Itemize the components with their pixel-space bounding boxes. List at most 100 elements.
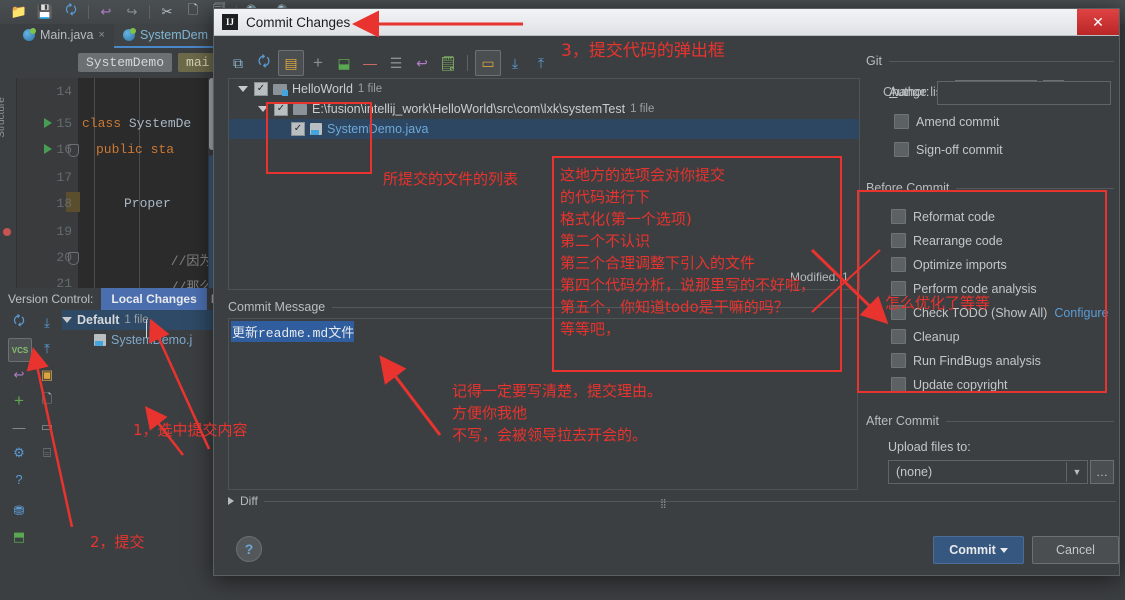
annotation-options-line-3: 格式化(第一个选项): [560, 210, 692, 228]
filter-icon[interactable]: ⌸: [36, 442, 58, 464]
commit-dialog-toolbar: ⧉ 🗘 ▤ + ⬓ — ☰ ↩ 🗒 ▭ ⤓ ⤒: [226, 50, 553, 76]
folder-icon[interactable]: 📁: [8, 2, 30, 22]
minus-icon[interactable]: —: [8, 416, 30, 438]
tab-local-changes[interactable]: Local Changes: [101, 288, 207, 310]
java-class-icon: [122, 28, 136, 41]
after-commit-group-label: After Commit: [866, 414, 939, 428]
expand-caret-icon[interactable]: [237, 86, 249, 92]
group-by-directory-icon[interactable]: ▭: [475, 50, 501, 76]
undo-icon[interactable]: ↩: [95, 2, 117, 22]
annotation-step-1: 1，选中提交内容: [133, 421, 248, 439]
refresh-icon[interactable]: 🗘: [252, 51, 276, 75]
add-icon[interactable]: +: [8, 390, 30, 412]
after-commit-group-legend: After Commit: [866, 414, 1114, 428]
move-to-another-changelist-icon[interactable]: ⬓: [332, 51, 356, 75]
dash-icon[interactable]: ▭: [36, 416, 58, 438]
checkbox-amend-commit[interactable]: Amend commit: [894, 114, 999, 129]
unversioned-files-icon[interactable]: ▤: [278, 50, 304, 76]
select-icon[interactable]: ☰: [384, 51, 408, 75]
settings-icon[interactable]: ⚙: [8, 442, 30, 464]
close-icon[interactable]: ×: [99, 29, 105, 41]
add-icon[interactable]: +: [306, 51, 330, 75]
chevron-right-icon[interactable]: [228, 497, 234, 505]
copy-icon[interactable]: 🗋: [36, 390, 58, 412]
delete-icon[interactable]: —: [358, 51, 382, 75]
changelist-file-row[interactable]: SystemDemo.j: [62, 330, 222, 350]
git-group-label: Git: [866, 54, 882, 68]
java-class-icon: [23, 28, 36, 41]
move-to-changelist-icon[interactable]: ▣: [36, 364, 58, 386]
checkbox-sign-off-commit[interactable]: Sign-off commit: [894, 142, 1003, 157]
dialog-title-bar[interactable]: IJ Commit Changes ✕: [214, 9, 1119, 36]
help-button[interactable]: ?: [236, 536, 262, 562]
commit-message-label: Commit Message: [228, 300, 326, 314]
breadcrumb-method[interactable]: mai: [178, 52, 218, 72]
chevron-down-icon[interactable]: [999, 547, 1008, 553]
diff-expander[interactable]: Diff: [228, 494, 1116, 508]
intellij-logo-icon: IJ: [222, 14, 238, 30]
chevron-down-icon[interactable]: ▼: [1066, 462, 1087, 482]
structure-rail-label[interactable]: Structure: [0, 97, 7, 138]
checkbox-checked[interactable]: ✓: [254, 82, 268, 96]
code-comment: //因为: [124, 254, 213, 269]
cut-icon[interactable]: ✂: [156, 2, 178, 22]
annotation-optimize-note: 怎么优化了等等: [885, 294, 991, 312]
rollback-icon[interactable]: ↩: [410, 51, 434, 75]
collapse-all-icon[interactable]: ⤒: [529, 51, 553, 75]
version-control-toolbar: 🗘 ⤓ VCS ⤒ ↩ ▣ + 🗋 — ▭ ⚙ ⌸ ? ⛃ ⬒: [8, 310, 60, 548]
refresh-icon[interactable]: 🗘: [8, 312, 30, 334]
database-icon[interactable]: ⛃: [8, 500, 30, 522]
resize-grip[interactable]: ⣿: [660, 498, 668, 509]
changelist-row-default[interactable]: Default 1 file: [62, 310, 222, 330]
annotation-options-line-4: 第二个不认识: [560, 232, 651, 250]
copy-icon[interactable]: 🗋: [182, 2, 204, 22]
collapse-all-icon[interactable]: ⤒: [36, 338, 58, 360]
annotation-file-list-note: 所提交的文件的列表: [383, 170, 519, 188]
upload-target-value: (none): [896, 465, 933, 479]
cancel-button[interactable]: Cancel: [1032, 536, 1119, 564]
code-keyword: class: [82, 116, 122, 131]
edit-source-icon[interactable]: 🗒: [436, 51, 460, 75]
close-icon[interactable]: ✕: [1077, 9, 1119, 35]
tree-row-count: 1 file: [357, 83, 383, 95]
toolbar-divider: [149, 5, 150, 19]
annotation-options-line-8: 等等吧，: [560, 320, 621, 338]
run-gutter-icon[interactable]: [44, 144, 52, 154]
editor-tab-systemdemo-java[interactable]: SystemDem: [113, 24, 218, 48]
expand-all-icon[interactable]: ⤓: [503, 51, 527, 75]
sync-icon[interactable]: 🗘: [60, 2, 82, 22]
fold-icon[interactable]: [68, 144, 79, 157]
fold-icon[interactable]: [68, 252, 79, 265]
legend-divider: [956, 187, 1114, 189]
author-label-rest: uthor:: [897, 85, 930, 99]
chevron-down-icon[interactable]: [62, 317, 72, 323]
editor-tab-main-java[interactable]: Main.java ×: [14, 24, 114, 48]
rollback-icon[interactable]: ↩: [8, 364, 30, 386]
annotation-message-line-3: 不写，会被领导拉去开会的。: [452, 426, 648, 444]
upload-browse-button[interactable]: …: [1090, 460, 1114, 484]
redo-icon[interactable]: ↪: [121, 2, 143, 22]
author-label: Author:: [889, 85, 929, 99]
author-field[interactable]: [937, 81, 1111, 105]
chart-icon[interactable]: ⬒: [8, 526, 30, 548]
breadcrumb-class[interactable]: SystemDemo: [78, 52, 173, 72]
annotation-message-line-1: 记得一定要写清楚，提交理由。: [452, 382, 663, 400]
annotation-step-2: 2，提交: [90, 533, 145, 551]
save-icon[interactable]: 💾: [34, 2, 56, 22]
annotation-options-line-1: 这地方的选项会对你提交: [560, 166, 726, 184]
upload-target-select[interactable]: (none) ▼: [888, 460, 1088, 484]
tree-row-module[interactable]: ✓ HelloWorld 1 file: [229, 79, 859, 99]
expand-all-icon[interactable]: ⤓: [36, 312, 58, 334]
checkbox-icon[interactable]: [894, 114, 909, 129]
checkbox-icon[interactable]: [894, 142, 909, 157]
legend-divider: [263, 500, 1116, 502]
vcs-commit-icon[interactable]: VCS: [8, 338, 32, 362]
run-gutter-icon[interactable]: [44, 118, 52, 128]
help-icon[interactable]: ?: [8, 468, 30, 490]
editor-tab-label: Main.java: [40, 28, 94, 42]
toolbar-divider: [88, 5, 89, 19]
checkbox-label: Sign-off commit: [916, 142, 1003, 157]
diff-label: Diff: [240, 494, 258, 508]
commit-button[interactable]: Commit: [933, 536, 1024, 564]
show-diff-icon[interactable]: ⧉: [226, 51, 250, 75]
